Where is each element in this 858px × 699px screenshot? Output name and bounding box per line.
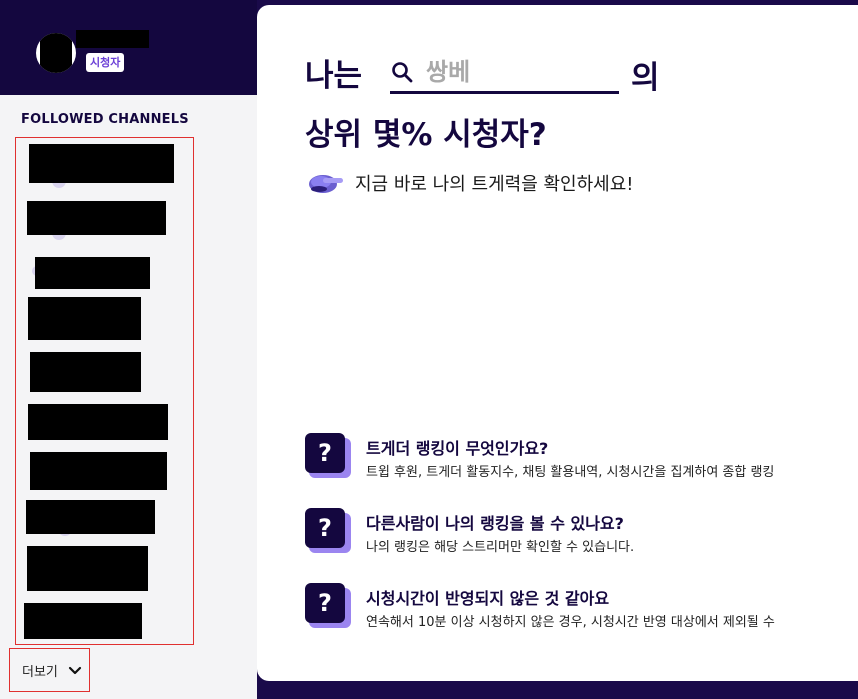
avatar-redaction [40, 33, 72, 73]
streamer-search[interactable] [390, 52, 619, 94]
search-input[interactable] [426, 57, 606, 86]
chevron-down-icon [68, 666, 81, 675]
channel-item[interactable] [29, 144, 174, 183]
channel-item[interactable] [27, 201, 166, 235]
faq-title: 다른사람이 나의 랭킹을 볼 수 있나요? [366, 514, 624, 533]
username-redaction [76, 30, 149, 48]
hero-suffix: 의 [631, 60, 660, 96]
question-mark-icon: ? [305, 508, 351, 553]
cta-line: 지금 바로 나의 트게력을 확인하세요! [307, 170, 634, 196]
faq-desc: 연속해서 10분 이상 시청하지 않은 경우, 시청시간 반영 대상에서 제외될… [366, 615, 775, 630]
faq-item[interactable]: ? 트게더 랭킹이 무엇인가요? 트윕 후원, 트게더 활동지수, 채팅 활용내… [305, 433, 858, 485]
followed-channel-list [15, 137, 194, 645]
hero-prefix: 나는 [305, 58, 363, 94]
faq-item[interactable]: ? 시청시간이 반영되지 않은 것 같아요 연속해서 10분 이상 시청하지 않… [305, 583, 858, 635]
search-icon [392, 61, 413, 82]
question-mark-icon: ? [305, 583, 351, 628]
channel-item[interactable] [24, 603, 142, 639]
sidebar: 시청자 FOLLOWED CHANNELS 더보기 [0, 0, 257, 699]
show-more-button[interactable]: 더보기 [9, 648, 90, 692]
channel-item[interactable] [35, 257, 150, 289]
channel-item[interactable] [28, 404, 168, 440]
faq-item[interactable]: ? 다른사람이 나의 랭킹을 볼 수 있나요? 나의 랭킹은 해당 스트리머만 … [305, 508, 858, 560]
channel-item[interactable] [30, 352, 141, 392]
faq-desc: 나의 랭킹은 해당 스트리머만 확인할 수 있습니다. [366, 540, 635, 555]
avatar[interactable] [36, 33, 76, 73]
channel-item[interactable] [30, 452, 167, 490]
hero-headline: 상위 몇% 시청자? [305, 117, 547, 153]
channel-item[interactable] [26, 500, 155, 534]
question-mark-icon: ? [305, 433, 351, 478]
faq-title: 시청시간이 반영되지 않은 것 같아요 [366, 589, 610, 608]
profile-header: 시청자 [0, 0, 257, 95]
followed-channels-heading: FOLLOWED CHANNELS [21, 112, 189, 127]
cta-text: 지금 바로 나의 트게력을 확인하세요! [355, 174, 634, 195]
faq-title: 트게더 랭킹이 무엇인가요? [366, 439, 549, 458]
channel-item[interactable] [27, 546, 148, 591]
ranking-panel: 나는 의 상위 몇% 시청자? 지금 바로 나의 트게력을 확인하세요! ? 트… [257, 5, 858, 681]
channel-item[interactable] [28, 297, 141, 340]
viewer-badge: 시청자 [86, 53, 125, 72]
pointing-hand-icon [309, 175, 343, 193]
show-more-label: 더보기 [22, 664, 58, 680]
faq-desc: 트윕 후원, 트게더 활동지수, 채팅 활용내역, 시청시간을 집계하여 종합 … [366, 465, 775, 480]
